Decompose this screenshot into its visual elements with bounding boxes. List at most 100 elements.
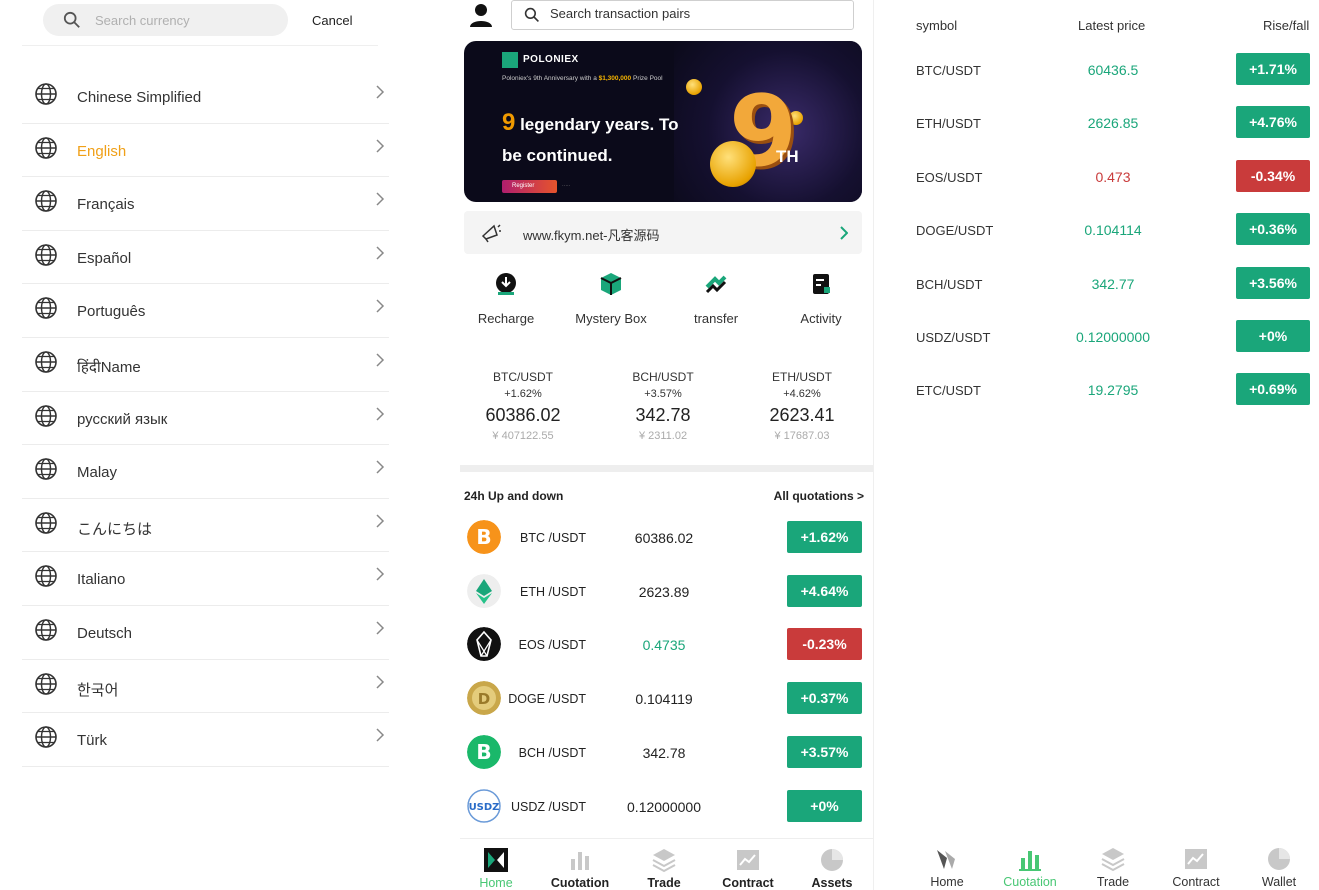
svg-text:USDZ: USDZ	[469, 802, 500, 813]
nav-label: Home	[479, 876, 513, 890]
user-icon[interactable]	[468, 2, 494, 28]
change-badge[interactable]: +0%	[1236, 320, 1310, 352]
language-item[interactable]: こんにちは	[22, 499, 389, 553]
chevron-right-icon	[376, 514, 385, 528]
quotation-row[interactable]: BCH/USDT 342.77 +3.56%	[874, 266, 1319, 303]
quotation-row[interactable]: ETH/USDT 2626.85 +4.76%	[874, 106, 1319, 142]
pair-search-box[interactable]	[511, 0, 854, 30]
change-badge[interactable]: +3.56%	[1236, 266, 1310, 299]
language-item[interactable]: Malay	[22, 445, 389, 499]
language-item[interactable]: 한국어	[22, 660, 389, 714]
coin-icon	[686, 79, 702, 95]
change-badge[interactable]: +4.76%	[1236, 106, 1310, 139]
language-list: Chinese Simplified English Français Español…	[22, 70, 389, 767]
change-badge[interactable]: +0.37%	[787, 682, 862, 715]
language-item[interactable]: Italiano	[22, 552, 389, 606]
language-item[interactable]: Deutsch	[22, 606, 389, 660]
change-badge[interactable]: +1.62%	[787, 521, 862, 553]
quotation-row[interactable]: DOGE/USDT 0.104114 +0.36%	[874, 213, 1319, 249]
language-item[interactable]: русский язык	[22, 392, 389, 446]
quick-transfer[interactable]: transfer	[666, 272, 766, 326]
change-badge[interactable]: +0.69%	[1236, 373, 1310, 406]
change-badge[interactable]: +3.57%	[787, 735, 862, 768]
change-badge[interactable]: +0%	[787, 789, 862, 822]
quotation-row[interactable]: BTC/USDT 60436.5 +1.71%	[874, 53, 1319, 89]
nav-item-cuotation[interactable]: Cuotation	[539, 847, 621, 890]
nav-item-cuotation[interactable]: Cuotation	[989, 846, 1071, 889]
language-item[interactable]: Português	[22, 284, 389, 338]
quotation-row[interactable]: USDZ/USDT 0.12000000 +0%	[874, 320, 1319, 356]
market-row[interactable]: B BCH /USDT 342.78 +3.57%	[464, 729, 862, 777]
ticker-price: 60386.02	[485, 405, 561, 425]
divider	[22, 45, 378, 46]
market-pair: USDZ /USDT	[511, 799, 586, 814]
nav-item-assets[interactable]: Assets	[791, 847, 873, 890]
banner-head-number: 9	[502, 109, 516, 136]
banner-headline: 9 legendary years. To be continued.	[502, 107, 692, 171]
globe-icon	[35, 243, 57, 266]
quotation-symbol: ETC/USDT	[916, 383, 981, 399]
nav-item-trade[interactable]: Trade	[623, 847, 705, 890]
nav-item-contract[interactable]: Contract	[707, 847, 789, 890]
nav-item-contract[interactable]: Contract	[1155, 846, 1237, 889]
market-price: 0.104119	[635, 691, 693, 708]
change-badge[interactable]: -0.23%	[787, 628, 862, 661]
currency-search-box[interactable]	[43, 4, 288, 36]
globe-icon	[35, 672, 57, 695]
ticker-change: +1.62%	[504, 388, 542, 400]
quick-mystery-box[interactable]: Mystery Box	[561, 272, 661, 326]
nav-item-trade[interactable]: Trade	[1072, 846, 1154, 889]
quick-recharge[interactable]: Recharge	[456, 272, 556, 326]
language-item[interactable]: Français	[22, 177, 389, 231]
ticker-card[interactable]: ETH/USDT +4.62% 2623.41 ¥ 17687.03	[733, 370, 871, 442]
banner-brand: POLONIEX	[523, 54, 579, 65]
market-row[interactable]: USDZ USDZ /USDT 0.12000000 +0%	[464, 783, 862, 831]
language-item[interactable]: Chinese Simplified	[22, 70, 389, 124]
market-pair: EOS /USDT	[518, 638, 586, 653]
quotation-price: 60436.5	[1087, 62, 1139, 78]
market-row[interactable]: ETH /USDT 2623.89 +4.64%	[464, 568, 862, 616]
market-row[interactable]: D DOGE /USDT 0.104119 +0.37%	[464, 675, 862, 723]
ticker-price: 2623.41	[769, 405, 835, 425]
coin-icon	[710, 141, 756, 187]
quotation-row[interactable]: ETC/USDT 19.2795 +0.69%	[874, 373, 1319, 409]
ticker-card[interactable]: BCH/USDT +3.57% 342.78 ¥ 2311.02	[594, 370, 732, 442]
ticker-strip: BTC/USDT +1.62% 60386.02 ¥ 407122.55 BCH…	[460, 370, 873, 460]
notice-bar[interactable]: www.fkym.net-凡客源码	[464, 211, 862, 254]
market-row[interactable]: B BTC /USDT 60386.02 +1.62%	[464, 514, 862, 562]
chevron-right-icon	[376, 567, 385, 581]
language-item[interactable]: English	[22, 124, 389, 178]
pair-search-input[interactable]	[550, 6, 840, 21]
change-badge[interactable]: +1.71%	[1236, 53, 1310, 85]
quotation-row[interactable]: EOS/USDT 0.473 -0.34%	[874, 159, 1319, 196]
change-badge[interactable]: -0.34%	[1236, 159, 1310, 192]
btc-coin-icon: B	[467, 520, 501, 554]
nav-item-home[interactable]: Home	[906, 846, 988, 889]
change-badge[interactable]: +4.64%	[787, 574, 862, 607]
nav-label: Contract	[1172, 875, 1220, 889]
promo-banner[interactable]: POLONIEX Poloniex's 9th Anniversary with…	[464, 41, 862, 202]
change-badge[interactable]: +0.36%	[1236, 213, 1310, 246]
poloniex-logo-icon	[502, 52, 518, 68]
nav-item-home[interactable]: Home	[455, 847, 537, 890]
language-item[interactable]: Türk	[22, 713, 389, 767]
chevron-right-icon	[376, 192, 385, 206]
assets-icon	[821, 849, 843, 871]
banner-register-button[interactable]: Register	[502, 180, 557, 193]
header-symbol: symbol	[916, 18, 958, 33]
language-label: Chinese Simplified	[77, 89, 202, 106]
language-label: 한국어	[77, 681, 119, 699]
language-item[interactable]: हिंदीName	[22, 338, 389, 392]
ticker-card[interactable]: BTC/USDT +1.62% 60386.02 ¥ 407122.55	[454, 370, 592, 442]
market-row[interactable]: EOS /USDT 0.4735 -0.23%	[464, 621, 862, 669]
language-item[interactable]: Español	[22, 231, 389, 285]
cancel-button[interactable]: Cancel	[312, 13, 352, 28]
globe-icon	[35, 297, 57, 320]
all-quotations-link[interactable]: All quotations >	[774, 489, 864, 503]
quick-activity[interactable]: Activity	[771, 272, 871, 326]
nav-item-wallet[interactable]: Wallet	[1238, 846, 1319, 889]
globe-icon	[35, 190, 57, 212]
ticker-pair: BTC/USDT	[493, 370, 553, 384]
currency-search-input[interactable]	[95, 10, 275, 30]
market-price: 2623.89	[638, 583, 690, 600]
